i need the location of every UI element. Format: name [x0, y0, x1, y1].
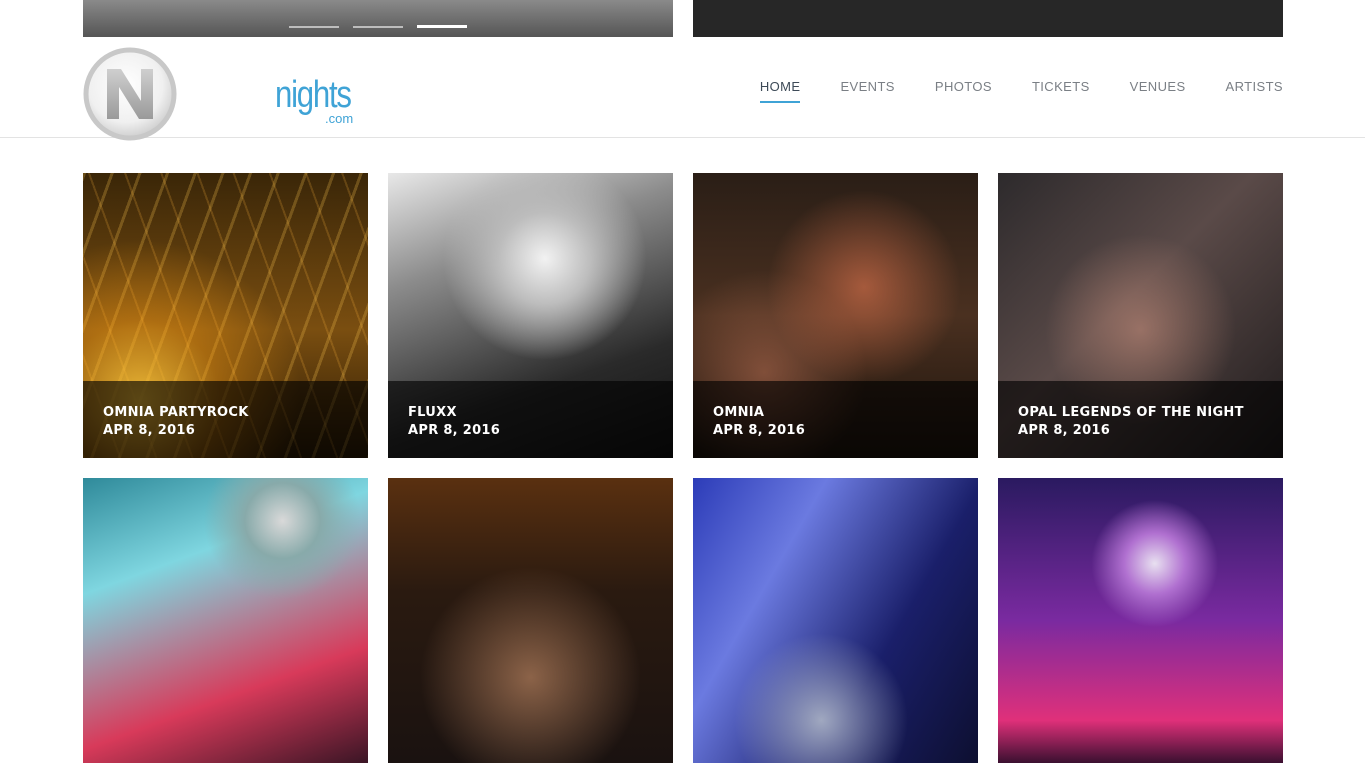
gallery-title: FLUXX — [408, 405, 457, 420]
nav-home[interactable]: HOME — [759, 79, 801, 103]
gallery-card[interactable] — [83, 478, 368, 763]
gallery-date: APR 8, 2016 — [408, 423, 501, 438]
nav-tickets[interactable]: TICKETS — [1032, 79, 1090, 94]
gallery-photo — [998, 478, 1283, 763]
site-header: nights .com HOME EVENTS PHOTOS TICKETS V… — [0, 37, 1365, 141]
gallery-photo — [693, 478, 978, 763]
hero-slider-right — [693, 0, 1283, 37]
gallery-date: APR 8, 2016 — [103, 423, 196, 438]
gallery-card[interactable] — [998, 478, 1283, 763]
gallery-card[interactable] — [388, 478, 673, 763]
gallery-date: APR 8, 2016 — [713, 423, 806, 438]
gallery-title: OMNIA PARTYROCK — [103, 405, 249, 420]
gallery-title: OPAL LEGENDS OF THE NIGHT — [1018, 405, 1244, 420]
slider-dot-2[interactable] — [353, 26, 403, 28]
gallery-title: OMNIA — [713, 405, 765, 420]
gallery-card[interactable]: FLUXX APR 8, 2016 — [388, 173, 673, 458]
nav-events[interactable]: EVENTS — [840, 79, 894, 94]
wordmark-tld: .com — [325, 111, 354, 126]
gallery-card[interactable]: OPAL LEGENDS OF THE NIGHT APR 8, 2016 — [998, 173, 1283, 458]
nav-venues[interactable]: VENUES — [1130, 79, 1186, 94]
nav-artists[interactable]: ARTISTS — [1226, 79, 1283, 94]
nights-logo-emblem[interactable] — [83, 47, 177, 141]
slider-dot-1[interactable] — [289, 26, 339, 28]
hero-slider-left — [83, 0, 673, 37]
nav-photos[interactable]: PHOTOS — [935, 79, 992, 94]
gallery-card[interactable]: OMNIA APR 8, 2016 — [693, 173, 978, 458]
nights-wordmark[interactable]: nights .com — [275, 75, 365, 127]
gallery-photo — [388, 478, 673, 763]
gallery-card[interactable] — [693, 478, 978, 763]
gallery-card[interactable]: OMNIA PARTYROCK APR 8, 2016 — [83, 173, 368, 458]
gallery-date: APR 8, 2016 — [1018, 423, 1111, 438]
slider-dot-3[interactable] — [417, 25, 467, 28]
wordmark-text: nights — [275, 74, 352, 116]
gallery-photo — [83, 478, 368, 763]
main-nav: HOME EVENTS PHOTOS TICKETS VENUES ARTIST… — [759, 79, 1283, 103]
